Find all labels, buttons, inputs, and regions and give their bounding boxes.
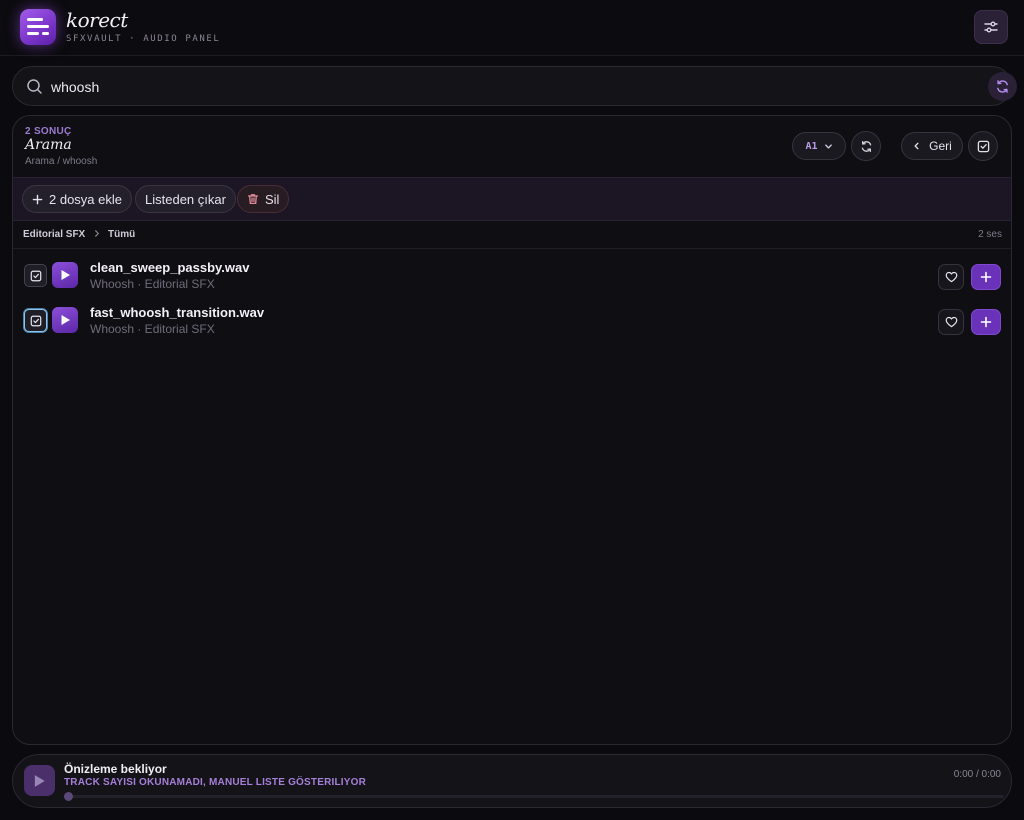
play-icon: [61, 270, 70, 280]
add-track-button[interactable]: [971, 264, 1001, 290]
add-files-label: 2 dosya ekle: [49, 191, 122, 207]
heart-icon: [945, 271, 957, 283]
app-logo-icon: [20, 9, 56, 45]
search-refresh-button[interactable]: [988, 72, 1017, 101]
remove-from-list-button[interactable]: Listeden çıkar: [135, 185, 236, 213]
search-icon: [27, 79, 42, 94]
result-count: 2 SONUÇ: [25, 126, 72, 137]
breadcrumb-filter[interactable]: Tümü: [108, 229, 135, 240]
settings-button[interactable]: [974, 10, 1008, 44]
plus-icon: [32, 194, 43, 204]
app-header: korect SFXVAULT · AUDIO PANEL: [0, 0, 1024, 56]
select-all-button[interactable]: [968, 131, 998, 161]
player-play-button[interactable]: [24, 765, 55, 796]
preview-player: Önizleme bekliyor TRACK SAYISI OKUNAMADI…: [12, 754, 1012, 808]
player-title: Önizleme bekliyor: [64, 762, 167, 776]
breadcrumb-path: Arama / whoosh: [25, 156, 98, 167]
sliders-icon: [984, 21, 998, 33]
player-seek-handle[interactable]: [64, 792, 73, 801]
track-row[interactable]: clean_sweep_passby.wav Whoosh · Editoria…: [13, 254, 1011, 298]
page-title: Arama: [25, 137, 72, 153]
track-subtitle: Whoosh · Editorial SFX: [90, 322, 215, 336]
track-play-button[interactable]: [52, 262, 78, 288]
version-select[interactable]: A1: [792, 132, 846, 160]
heart-icon: [945, 316, 957, 328]
sound-count: 2 ses: [978, 229, 1002, 240]
add-track-button[interactable]: [971, 309, 1001, 335]
remove-from-list-label: Listeden çıkar: [145, 191, 226, 207]
plus-icon: [980, 316, 992, 328]
reload-button[interactable]: [851, 131, 881, 161]
checkbox-checked-icon: [30, 270, 41, 281]
selection-toolbar: 2 dosya ekle Listeden çıkar Sil: [13, 177, 1011, 221]
player-time: 0:00 / 0:00: [953, 769, 1001, 780]
track-checkbox[interactable]: [24, 264, 47, 287]
results-panel: 2 SONUÇ Arama Arama / whoosh A1 Geri 2 d…: [12, 115, 1012, 745]
add-files-button[interactable]: 2 dosya ekle: [22, 185, 132, 213]
chevron-left-icon: [914, 142, 919, 150]
app-subtitle: SFXVAULT · AUDIO PANEL: [66, 34, 221, 44]
chevron-right-icon: [95, 230, 99, 237]
favorite-button[interactable]: [938, 264, 964, 290]
track-title: clean_sweep_passby.wav: [90, 260, 250, 275]
breadcrumb-library[interactable]: Editorial SFX: [23, 229, 85, 240]
back-button[interactable]: Geri: [901, 132, 963, 160]
track-subtitle: Whoosh · Editorial SFX: [90, 277, 215, 291]
track-row[interactable]: fast_whoosh_transition.wav Whoosh · Edit…: [13, 299, 1011, 343]
track-title: fast_whoosh_transition.wav: [90, 305, 265, 320]
delete-label: Sil: [265, 191, 280, 207]
refresh-icon: [997, 80, 1008, 93]
chevron-down-icon: [824, 143, 832, 149]
player-status: TRACK SAYISI OKUNAMADI, MANUEL LISTE GÖS…: [64, 777, 367, 788]
track-checkbox[interactable]: [24, 309, 47, 332]
refresh-icon: [861, 140, 871, 152]
library-breadcrumb: Editorial SFX Tümü 2 ses: [13, 222, 1011, 249]
search-input[interactable]: [51, 75, 951, 99]
checkbox-icon: [977, 140, 989, 152]
play-icon: [34, 774, 45, 787]
version-select-value: A1: [805, 140, 818, 152]
trash-icon: [247, 194, 259, 205]
player-seek-bar[interactable]: [64, 792, 1004, 801]
search-bar: [12, 66, 1017, 106]
app-name: korect: [66, 8, 128, 32]
delete-button[interactable]: Sil: [237, 185, 290, 213]
track-play-button[interactable]: [52, 307, 78, 333]
checkbox-checked-icon: [30, 315, 41, 326]
back-button-label: Geri: [929, 139, 952, 153]
plus-icon: [980, 271, 992, 283]
favorite-button[interactable]: [938, 309, 964, 335]
play-icon: [61, 315, 70, 325]
